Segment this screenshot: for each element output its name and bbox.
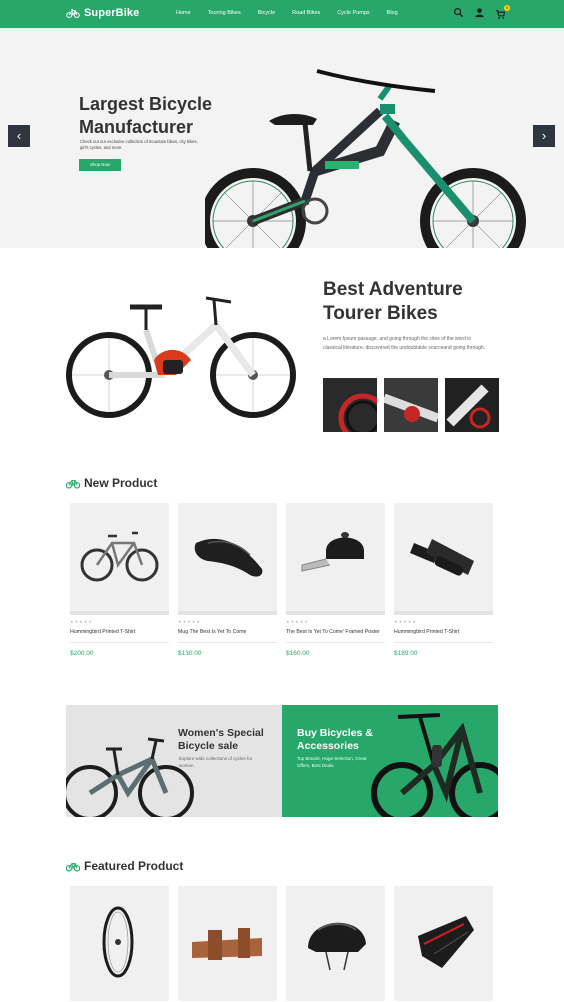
product-card[interactable]: ★★★★★ The Best Is Yet To Come' Framed Po… [286,503,385,657]
new-product-heading: New Product [66,476,157,490]
header-icons: 0 [453,5,510,19]
featured-card[interactable] [286,886,385,1001]
product-name[interactable]: Hummingbird Printed T-Shirt [70,629,169,635]
product-name[interactable]: Mug The Best Is Yet To Come [178,629,277,635]
user-icon[interactable] [474,7,485,18]
bicycle-icon [66,863,80,872]
product-card[interactable]: ★★★★★ Hummingbird Printed T-Shirt $189.0… [394,503,493,657]
rating-stars: ★★★★★ [178,619,201,624]
leather-strap-product-image [192,928,262,960]
cart-count-badge: 0 [504,5,510,11]
new-product-list: ★★★★★ Hummingbird Printed T-Shirt $200.0… [70,503,493,657]
rating-stars: ★★★★★ [394,619,417,624]
adventure-description: a Lorem Ipsum passage, and going through… [323,336,486,351]
thumbnail-seat[interactable] [445,378,499,432]
frame-detail-image [384,378,438,432]
bicycle-icon [66,480,80,489]
cart-icon [495,10,506,19]
helmet-product-image [308,922,366,971]
women-sale-banner[interactable]: Women's Special Bicycle sale Explore wid… [66,705,282,817]
product-price: $200.00 [70,650,94,657]
product-image[interactable] [394,503,493,615]
card-divider [394,642,493,643]
product-image[interactable] [286,503,385,615]
thumbnail-wheel[interactable] [323,378,377,432]
accessories-bike-image [371,713,498,817]
hero-description: Check out our exclusive collection of mo… [80,139,198,150]
featured-card[interactable] [178,886,277,1001]
featured-card[interactable] [394,886,493,1001]
bell-product-image [301,532,364,572]
bicycle-product-image [80,531,159,582]
product-image[interactable] [70,886,169,1001]
product-price: $160.00 [286,650,310,657]
card-divider [70,642,169,643]
card-divider [286,642,385,643]
card-divider [178,642,277,643]
main-nav: Home Touring Bikes Bicycle Road Bikes Cy… [176,10,415,16]
electric-bike-image [66,296,296,418]
search-icon[interactable] [453,7,464,18]
wheel-detail-image [323,378,377,432]
logo-text: SuperBike [84,7,140,19]
saddle-bag-product-image [418,916,474,968]
slider-next-button[interactable]: › [533,125,555,147]
nav-bicycle[interactable]: Bicycle [258,10,275,16]
product-image[interactable] [178,503,277,615]
nav-home[interactable]: Home [176,10,191,16]
section-title: New Product [84,476,158,490]
product-name[interactable]: The Best Is Yet To Come' Framed Poster [286,629,385,635]
top-header: SuperBike Home Touring Bikes Bicycle Roa… [0,0,564,28]
product-name[interactable]: Hummingbird Printed T-Shirt [394,629,493,635]
product-card[interactable]: ★★★★★ Hummingbird Printed T-Shirt $200.0… [70,503,169,657]
nav-blog[interactable]: Blog [387,10,398,16]
women-sale-subtitle: Explore wide collections of cycles for w… [179,756,253,768]
accessories-banner[interactable]: Buy Bicycles & Accessories Top Brands, H… [282,705,498,817]
bicycle-logo-icon [66,9,80,19]
shop-now-button[interactable]: Shop Now [79,159,121,171]
product-image[interactable] [178,886,277,1001]
adventure-thumbnails [323,378,499,432]
nav-touring-bikes[interactable]: Touring Bikes [208,10,241,16]
wheel-product-image [102,906,134,978]
rating-stars: ★★★★★ [70,619,93,624]
product-price: $130.00 [178,650,202,657]
thumbnail-frame[interactable] [384,378,438,432]
product-image[interactable] [70,503,169,615]
featured-card[interactable] [70,886,169,1001]
featured-product-list [70,886,493,1001]
product-image[interactable] [394,886,493,1001]
rating-stars: ★★★★★ [286,619,309,624]
section-title: Featured Product [84,859,184,873]
saddle-product-image [194,538,263,577]
hero-slider: Largest Bicycle Manufacturer Check out o… [0,31,564,248]
product-price: $189.00 [394,650,418,657]
product-image[interactable] [286,886,385,1001]
adventure-title: Best Adventure Tourer Bikes [323,279,463,324]
grips-product-image [410,539,474,576]
logo[interactable]: SuperBike [66,6,139,20]
slider-prev-button[interactable]: ‹ [8,125,30,147]
product-card[interactable]: ★★★★★ Mug The Best Is Yet To Come $130.0… [178,503,277,657]
women-sale-title: Women's Special Bicycle sale [178,727,264,752]
mountain-bike-image [205,69,526,248]
cart-button[interactable]: 0 [495,5,510,19]
nav-road-bikes[interactable]: Road Bikes [292,10,320,16]
seat-detail-image [445,378,499,432]
nav-cycle-pumps[interactable]: Cycle Pumps [337,10,369,16]
accessories-subtitle: Top Brands, Huge Selection, Great Offers… [297,756,367,768]
featured-product-heading: Featured Product [66,859,183,873]
